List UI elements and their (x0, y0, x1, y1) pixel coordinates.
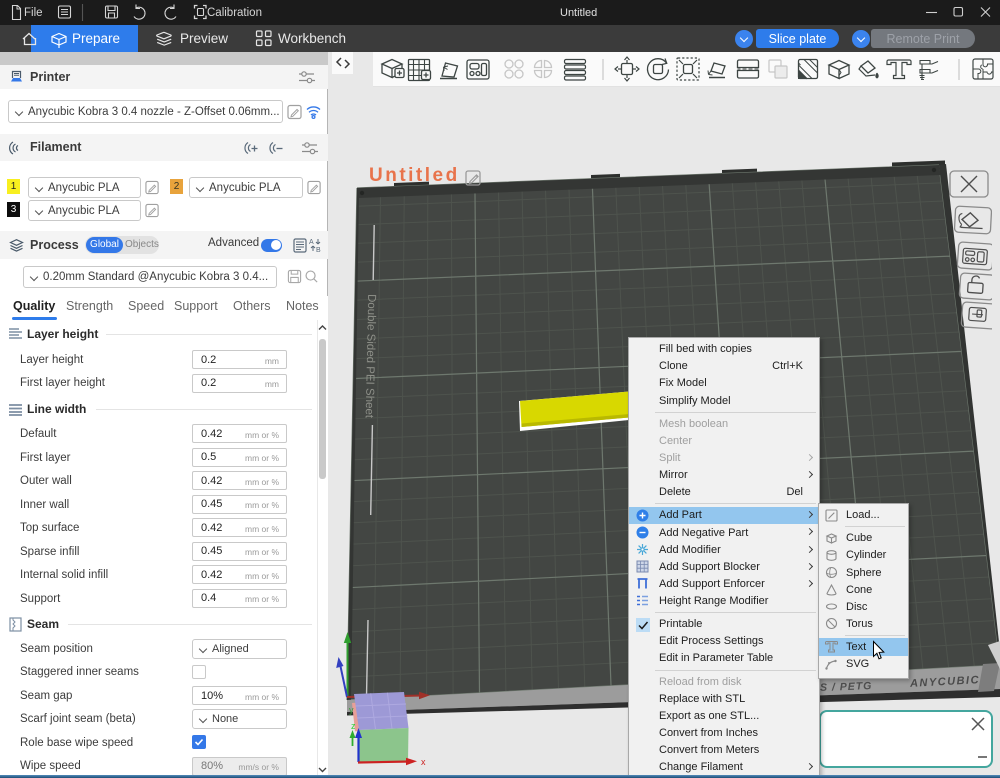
svg-text:x: x (421, 757, 426, 767)
svg-text:A: A (309, 239, 314, 246)
svg-text:Untitled: Untitled (560, 7, 597, 19)
svg-text:y: y (349, 705, 354, 715)
svg-text:File: File (24, 7, 43, 19)
svg-text:B: B (316, 247, 321, 253)
svg-text:z: z (351, 721, 356, 731)
svg-text:Calibration: Calibration (207, 7, 262, 19)
